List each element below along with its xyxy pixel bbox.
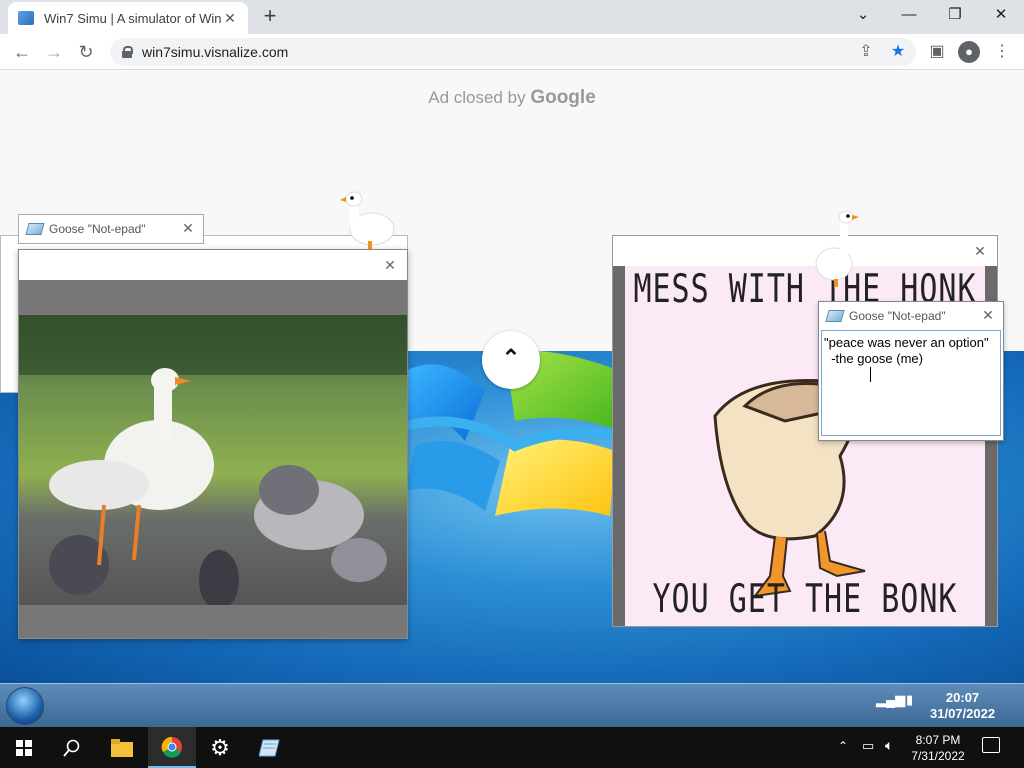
window-titlebar[interactable] xyxy=(613,236,997,266)
scroll-up-chevron-button[interactable]: ⌃ xyxy=(482,331,540,389)
battery-icon[interactable]: ▮ xyxy=(906,692,913,708)
show-hidden-icons-chevron[interactable]: ⌃ xyxy=(838,739,848,753)
window-titlebar[interactable] xyxy=(19,250,407,280)
side-panel-icon[interactable]: ▣ xyxy=(926,41,948,63)
ad-closed-notice: Ad closed by Google xyxy=(0,87,1024,109)
tab-search-chevron-icon[interactable]: ⌄ xyxy=(840,0,886,34)
menu-kebab-icon[interactable]: ⋮ xyxy=(991,41,1013,63)
meme-bottom-text: YOU GET THE BONK xyxy=(652,576,958,623)
geese-photo xyxy=(19,315,407,605)
site-favicon-icon xyxy=(18,11,34,25)
close-icon[interactable]: ✕ xyxy=(979,306,997,324)
file-explorer-icon[interactable] xyxy=(98,727,146,768)
notepad-icon xyxy=(825,310,845,322)
signal-bars-icon[interactable]: ▂▄▆ xyxy=(876,692,905,708)
windows-start-icon[interactable] xyxy=(0,727,48,768)
window-title: Goose "Not-epad" xyxy=(849,309,946,323)
window-titlebar[interactable]: Goose "Not-epad" xyxy=(819,302,1003,330)
taskbar-date: 7/31/2022 xyxy=(911,749,965,763)
win7-taskbar: ▂▄▆ ▮ 20:07 31/07/2022 xyxy=(0,683,1024,727)
new-tab-button[interactable]: + xyxy=(258,5,282,29)
share-icon[interactable]: ⇪ xyxy=(855,41,877,63)
desktop-goose-left[interactable] xyxy=(340,189,400,251)
window-titlebar[interactable]: Goose "Not-epad" xyxy=(19,215,203,243)
address-bar[interactable]: win7simu.visnalize.com xyxy=(110,38,916,66)
notepad-icon xyxy=(25,223,45,235)
taskbar-time: 8:07 PM xyxy=(915,733,961,747)
tab-close-icon[interactable]: ✕ xyxy=(222,10,238,27)
close-icon[interactable]: ✕ xyxy=(179,219,197,237)
profile-avatar-icon[interactable]: ● xyxy=(958,41,980,63)
lock-icon xyxy=(122,46,133,58)
back-icon[interactable]: ← xyxy=(10,40,34,64)
volume-icon[interactable]: 🔈︎ xyxy=(885,737,893,754)
browser-tab-bar: Win7 Simu | A simulator of Wind ✕ + ⌄ — … xyxy=(0,0,1024,34)
win7-clock[interactable]: 20:07 31/07/2022 xyxy=(930,690,995,722)
window-title: Goose "Not-epad" xyxy=(49,222,146,236)
close-window-button[interactable]: ✕ xyxy=(978,0,1024,34)
notepad-quote-text: "peace was never an option" -the goose (… xyxy=(824,335,989,366)
restore-button[interactable]: ❐ xyxy=(932,0,978,34)
gif-frame xyxy=(19,280,407,638)
win7-time: 20:07 xyxy=(945,690,980,705)
settings-gear-icon[interactable]: ⚙ xyxy=(196,727,244,768)
forward-icon[interactable]: → xyxy=(42,40,66,64)
page-content: Ad closed by Google Goose "Not-epad" ✕ ✕… xyxy=(0,71,1024,768)
google-logo: Google xyxy=(530,87,596,108)
goose-notepad-window[interactable]: Goose "Not-epad" ✕ "peace was never an o… xyxy=(818,301,1004,441)
search-icon[interactable] xyxy=(48,727,96,768)
notepad-text-area[interactable]: "peace was never an option" -the goose (… xyxy=(821,330,1001,436)
close-icon[interactable]: ✕ xyxy=(381,256,399,274)
minimize-button[interactable]: — xyxy=(886,0,932,34)
goose-notepad-small-window[interactable]: Goose "Not-epad" ✕ xyxy=(18,214,204,244)
url-text: win7simu.visnalize.com xyxy=(142,44,289,60)
desktop-goose-right[interactable] xyxy=(812,209,862,287)
notification-center-icon[interactable] xyxy=(982,737,1000,753)
taskbar-clock[interactable]: 8:07 PM 7/31/2022 xyxy=(908,732,968,764)
reload-icon[interactable]: ↻ xyxy=(74,40,98,64)
windows-taskbar: ⚙ ⌃ ▭ 🔈︎ 8:07 PM 7/31/2022 xyxy=(0,727,1024,768)
chrome-icon[interactable] xyxy=(148,727,196,768)
win7-start-orb-icon[interactable] xyxy=(6,687,44,725)
text-caret xyxy=(870,367,871,382)
notepad-icon[interactable] xyxy=(246,727,294,768)
goose-gif-window[interactable]: ✕ xyxy=(18,249,408,639)
network-icon[interactable]: ▭ xyxy=(862,738,874,754)
bookmark-star-icon[interactable]: ★ xyxy=(887,41,909,63)
close-icon[interactable]: ✕ xyxy=(971,242,989,260)
ad-closed-text: Ad closed by xyxy=(428,88,526,107)
browser-tab[interactable]: Win7 Simu | A simulator of Wind ✕ xyxy=(8,2,248,34)
tab-title: Win7 Simu | A simulator of Wind xyxy=(44,10,222,26)
win7-date: 31/07/2022 xyxy=(930,706,996,721)
